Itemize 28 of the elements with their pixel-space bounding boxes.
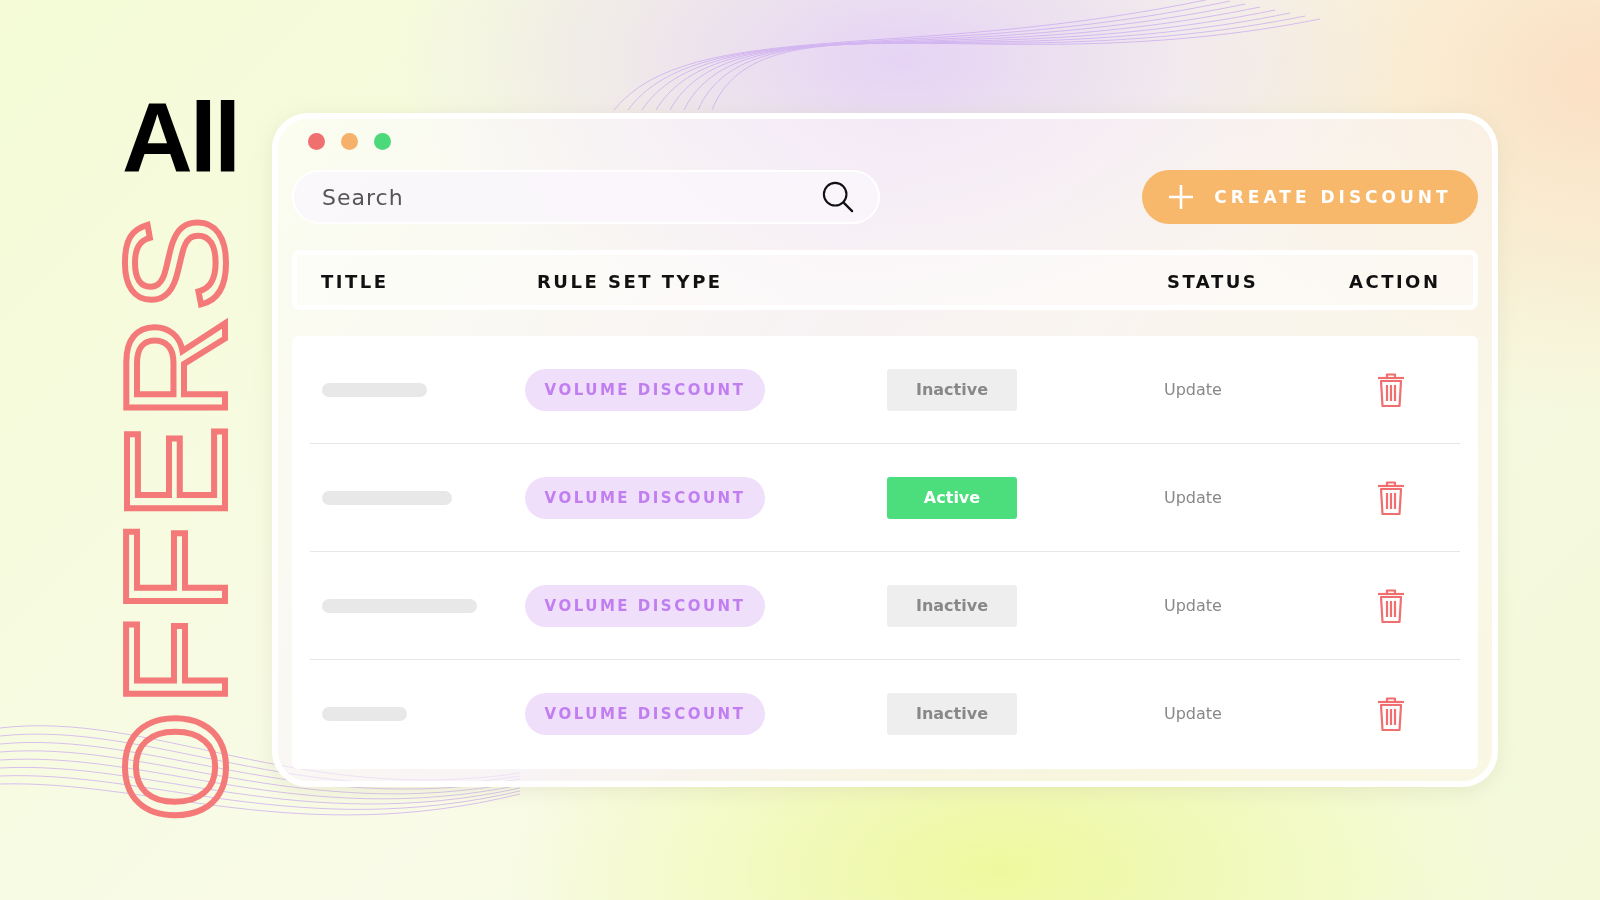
status-badge: Inactive <box>887 584 1017 627</box>
rule-type-tag: VOLUME DISCOUNT <box>525 692 765 735</box>
rule-type-tag: VOLUME DISCOUNT <box>525 584 765 627</box>
column-header: STATUS <box>1167 271 1259 292</box>
trash-icon[interactable] <box>1377 372 1405 407</box>
update-link[interactable]: Update <box>1164 488 1222 507</box>
vertical-headline: OFFERS <box>105 210 247 822</box>
window-control-dot[interactable] <box>308 133 325 150</box>
rule-type-tag: VOLUME DISCOUNT <box>525 476 765 519</box>
headline-text: All <box>122 88 239 186</box>
update-link[interactable]: Update <box>1164 704 1222 723</box>
column-header: ACTION <box>1349 271 1441 292</box>
window-control-dot[interactable] <box>374 133 391 150</box>
status-badge: Active <box>887 476 1017 519</box>
status-badge: Inactive <box>887 368 1017 411</box>
column-header: RULE SET TYPE <box>537 271 723 292</box>
rule-type-tag: VOLUME DISCOUNT <box>525 368 765 411</box>
plus-icon <box>1168 184 1195 210</box>
update-link[interactable]: Update <box>1164 380 1222 399</box>
search-icon[interactable] <box>822 181 854 213</box>
trash-icon[interactable] <box>1377 480 1405 515</box>
status-badge: Inactive <box>887 692 1017 735</box>
search-field[interactable]: Search <box>292 170 880 224</box>
trash-icon[interactable] <box>1377 696 1405 731</box>
update-link[interactable]: Update <box>1164 596 1222 615</box>
trash-icon[interactable] <box>1377 588 1405 623</box>
column-header: TITLE <box>321 271 389 292</box>
window-control-dot[interactable] <box>341 133 358 150</box>
